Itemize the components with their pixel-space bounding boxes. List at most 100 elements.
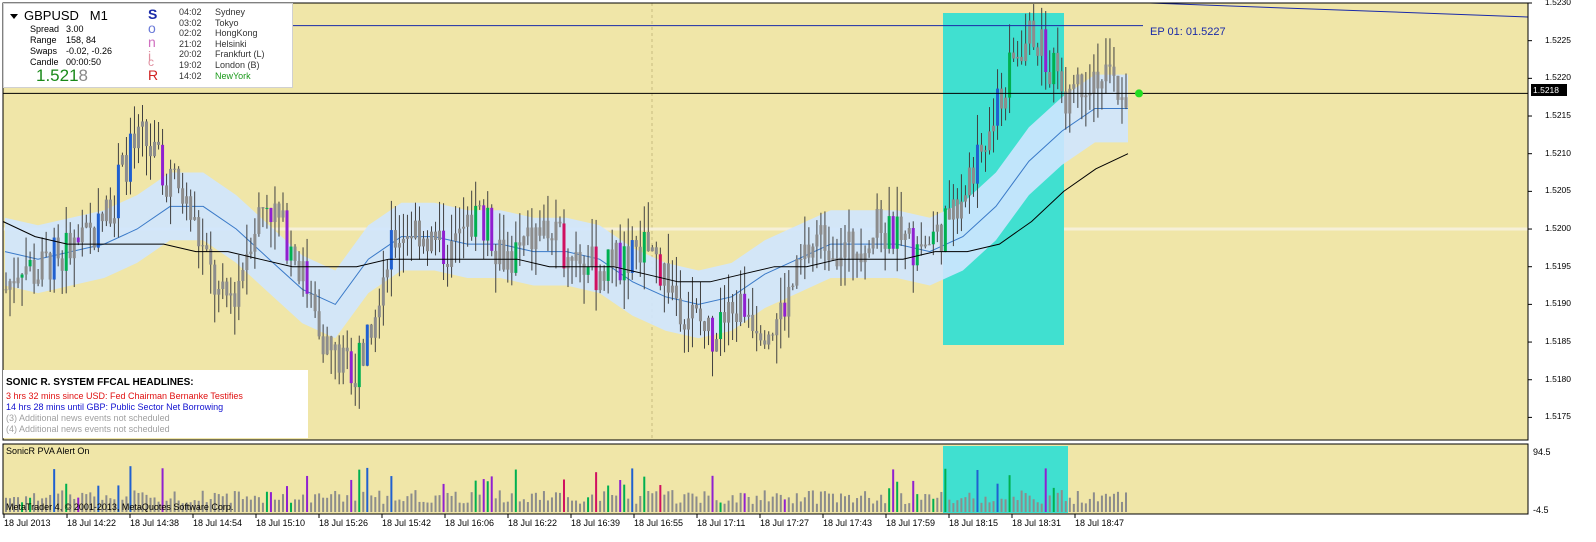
candle-body [1056, 52, 1060, 72]
volume-bar [269, 492, 272, 512]
candle-body [249, 251, 253, 255]
volume-bar [486, 481, 489, 512]
candle-body [586, 266, 590, 275]
volume-bar [358, 469, 361, 512]
candle-body [610, 249, 614, 268]
candle-body [1052, 52, 1056, 85]
candle-body [96, 213, 100, 248]
news-line: (4) Additional news events not scheduled [6, 424, 170, 434]
candle-body [92, 227, 96, 248]
candle-body [385, 269, 389, 278]
volume-bar [1120, 501, 1123, 512]
volume-bar [1040, 503, 1043, 512]
volume-bar [683, 494, 686, 512]
time-tick: 18 Jul 15:42 [382, 518, 432, 528]
news-line: (3) Additional news events not scheduled [6, 413, 170, 423]
volume-bar [249, 499, 252, 512]
candle-body [979, 144, 983, 152]
candle-body [494, 250, 498, 265]
volume-bar [1112, 493, 1115, 512]
volume-bar [892, 469, 895, 512]
volume-bar [326, 497, 329, 512]
volume-bar [542, 491, 545, 512]
candle-body [847, 231, 851, 243]
volume-bar [1084, 503, 1087, 512]
volume-bar [635, 503, 638, 512]
candle-body [923, 244, 927, 247]
price-tick: 1.5200 [1545, 223, 1571, 234]
candle-body [373, 317, 377, 338]
volume-bar [350, 479, 353, 512]
dropdown-triangle-icon[interactable] [10, 14, 18, 20]
candle-body [430, 231, 434, 252]
volume-bar [944, 468, 947, 512]
volume-bar [819, 491, 822, 512]
candle-body [554, 221, 558, 241]
stat-spread: Spread 3.00 [30, 24, 84, 34]
news-line: 14 hrs 28 mins until GBP: Public Sector … [6, 402, 224, 412]
volume-bar [265, 491, 268, 512]
copyright-text: MetaTrader 4, © 2001-2013, MetaQuotes So… [6, 502, 234, 512]
candle-body [719, 312, 723, 340]
volume-bar [522, 499, 525, 512]
volume-bar [1056, 492, 1059, 512]
volume-bar [783, 499, 786, 512]
candle-body [959, 201, 963, 219]
candle-body [879, 208, 883, 234]
candle-body [498, 239, 502, 265]
candle-body [221, 281, 225, 289]
candle-body [393, 230, 397, 248]
session-name-active: NewYork [215, 70, 251, 81]
candle-body [971, 167, 975, 184]
volume-bar [418, 501, 421, 512]
volume-bar [378, 490, 381, 512]
candle-body [666, 263, 670, 293]
volume-bar [410, 493, 413, 512]
volume-bar [603, 491, 606, 512]
candle-body [1064, 91, 1068, 114]
volume-bar [245, 496, 248, 512]
candle-body [723, 312, 727, 323]
candle-body [149, 146, 153, 157]
candle-body [690, 304, 694, 319]
volume-bar [530, 493, 533, 512]
volume-bar [856, 498, 859, 512]
volume-bar [860, 495, 863, 512]
candle-body [389, 230, 393, 270]
volume-bar [691, 493, 694, 512]
candle-body [574, 251, 578, 261]
candle-body [12, 281, 16, 284]
candle-body [1008, 52, 1012, 98]
volume-bar [454, 491, 457, 512]
news-line: 3 hrs 32 mins since USD: Fed Chairman Be… [6, 391, 243, 401]
time-tick: 18 Jul 14:54 [193, 518, 243, 528]
volume-bar [261, 502, 264, 512]
candle-body [72, 237, 76, 259]
candle-body [313, 293, 317, 312]
candle-body [353, 383, 357, 388]
candle-body [747, 314, 751, 317]
volume-bar [398, 499, 401, 512]
sonic-letter-s: S [148, 6, 158, 22]
candle-body [321, 336, 325, 355]
candle-body [622, 246, 626, 281]
candle-body [361, 342, 365, 366]
candle-body [727, 301, 731, 323]
candle-body [116, 164, 120, 219]
volume-bar [647, 491, 650, 512]
candle-body [56, 237, 60, 259]
volume-bar [775, 493, 778, 512]
candle-body [285, 210, 289, 261]
candle-body [345, 347, 349, 352]
volume-bar [354, 500, 357, 512]
candle-body [490, 207, 494, 251]
time-tick: 18 Jul 18:31 [1012, 518, 1062, 528]
time-tick: 18 Jul 16:55 [634, 518, 684, 528]
candle-body [474, 205, 478, 237]
candle-body [911, 228, 915, 266]
volume-bar [908, 503, 911, 512]
volume-bar [719, 502, 722, 512]
sonic-letter-n: n [148, 34, 156, 50]
candle-body [381, 277, 385, 306]
candle-body [927, 244, 931, 246]
